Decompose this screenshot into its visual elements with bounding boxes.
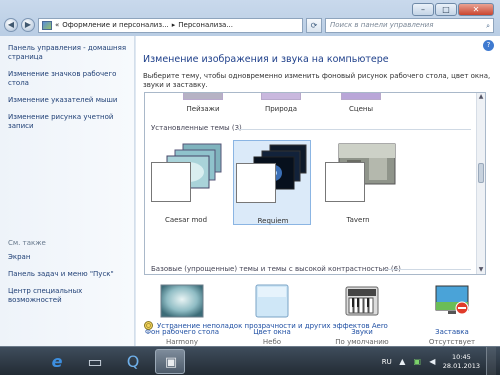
screensaver-icon — [435, 285, 469, 315]
swatch-tavern — [325, 162, 365, 202]
swatch-requiem — [236, 163, 276, 203]
show-desktop-button[interactable] — [486, 347, 496, 375]
page-title: Изменение изображения и звука на компьют… — [143, 54, 389, 65]
language-indicator[interactable]: RU — [382, 358, 392, 366]
scroll-thumb[interactable] — [478, 163, 484, 183]
close-button[interactable]: ✕ — [458, 3, 494, 16]
taskbar: e ▭ Q ▣ RU ▲ ▣ ◀ 10:45 28.01.2013 — [0, 346, 500, 375]
group-divider-basic — [385, 269, 471, 270]
sidebar-link-mouse-pointers[interactable]: Изменение указателей мыши — [8, 96, 128, 105]
network-icon[interactable]: ▣ — [413, 357, 422, 366]
navigation-bar: ◀ ▶ « Оформление и персонализ... ▸ Персо… — [4, 17, 494, 33]
theme-tile-scenes[interactable] — [341, 93, 381, 100]
scroll-down-icon[interactable]: ▼ — [477, 266, 485, 274]
sidebar-home-link[interactable]: Панель управления - домашняя страница — [8, 44, 128, 62]
breadcrumb-chevron-icon: « — [55, 21, 60, 29]
taskbar-explorer[interactable]: ▭ — [80, 349, 110, 374]
sidebar-link-account-picture[interactable]: Изменение рисунка учетной записи — [8, 113, 128, 131]
clock[interactable]: 10:45 28.01.2013 — [443, 353, 480, 371]
start-button[interactable] — [4, 349, 34, 374]
taskbar-quicktime[interactable]: Q — [118, 349, 148, 374]
sounds-icon — [345, 286, 379, 316]
apple-logo-icon — [9, 352, 29, 371]
tray-up-arrow-icon[interactable]: ▲ — [398, 357, 407, 366]
screensaver-label[interactable]: Заставка — [412, 328, 492, 336]
theme-tile-nature[interactable] — [261, 93, 301, 100]
theme-list: Пейзажи Природа Сцены Установленные темы… — [144, 92, 486, 275]
theme-name-requiem: Requiem — [257, 217, 289, 225]
taskbar-control-panel[interactable]: ▣ — [155, 349, 185, 374]
screensaver-option[interactable]: Заставка Отсутствует — [412, 284, 492, 346]
aero-troubleshoot-link[interactable]: Устранение неполадок прозрачности и друг… — [144, 321, 388, 330]
see-also-heading: См. также — [8, 239, 46, 247]
theme-tavern[interactable]: Tavern — [319, 140, 397, 225]
control-panel-icon — [42, 20, 52, 30]
back-button[interactable]: ◀ — [4, 18, 18, 32]
minimize-button[interactable]: – — [412, 3, 434, 16]
window-color-icon — [255, 284, 289, 318]
see-also-taskbar[interactable]: Панель задач и меню "Пуск" — [8, 270, 128, 279]
desktop-background-icon — [160, 284, 204, 318]
theme-name-tavern: Tavern — [346, 216, 370, 224]
system-tray: RU ▲ ▣ ◀ 10:45 28.01.2013 — [382, 347, 496, 375]
internet-explorer-icon: e — [51, 352, 63, 371]
scroll-up-icon[interactable]: ▲ — [477, 93, 485, 101]
search-placeholder: Поиск в панели управления — [330, 20, 434, 29]
swatch-caesar-mod — [151, 162, 191, 202]
window-controls: – □ ✕ — [412, 3, 494, 16]
quicktime-icon: Q — [126, 352, 140, 371]
title-bar: – □ ✕ ◀ ▶ « Оформление и персонализ... ▸… — [0, 0, 500, 36]
theme-tile-landscapes[interactable] — [183, 93, 223, 100]
theme-label-scenes: Сцены — [348, 105, 374, 113]
theme-list-scrollbar[interactable]: ▲ ▼ — [476, 93, 485, 274]
theme-caesar-mod[interactable]: Caesar mod — [147, 140, 225, 225]
search-input[interactable]: Поиск в панели управления ⌕ — [325, 17, 494, 33]
search-icon[interactable]: ⌕ — [486, 20, 490, 33]
maximize-button[interactable]: □ — [435, 3, 457, 16]
forward-button[interactable]: ▶ — [21, 18, 35, 32]
installed-themes-heading: Установленные темы (3) — [151, 124, 242, 132]
sounds-value: По умолчанию — [335, 338, 389, 346]
desktop-background-option[interactable]: Фон рабочего стола Harmony — [142, 284, 222, 346]
sounds-option[interactable]: Звуки По умолчанию — [322, 284, 402, 346]
breadcrumb-separator-icon: ▸ — [171, 21, 176, 29]
control-panel-taskbar-icon: ▣ — [164, 355, 178, 370]
refresh-button[interactable]: ⟳ — [306, 17, 322, 33]
help-icon[interactable]: ? — [483, 40, 494, 51]
see-also-ease-of-access[interactable]: Центр специальных возможностей — [8, 287, 128, 305]
main-content: ? Изменение изображения и звука на компь… — [136, 36, 500, 346]
clock-time: 10:45 — [452, 352, 471, 361]
see-also-display[interactable]: Экран — [8, 253, 128, 262]
taskbar-internet-explorer[interactable]: e — [42, 349, 72, 374]
sidebar: Панель управления - домашняя страница Из… — [0, 36, 135, 346]
volume-icon[interactable]: ◀ — [428, 357, 437, 366]
aero-troubleshoot-label[interactable]: Устранение неполадок прозрачности и друг… — [157, 322, 388, 330]
screensaver-value: Отсутствует — [428, 338, 476, 346]
address-bar[interactable]: « Оформление и персонализ... ▸ Персонали… — [38, 17, 303, 33]
sidebar-link-desktop-icons[interactable]: Изменение значков рабочего стола — [8, 70, 128, 88]
group-divider — [237, 129, 471, 130]
theme-name-caesar-mod: Caesar mod — [164, 216, 208, 224]
breadcrumb-segment-2[interactable]: Персонализа... — [178, 21, 233, 29]
theme-requiem[interactable]: Requiem — [233, 140, 311, 225]
basic-themes-heading: Базовые (упрощенные) темы и темы с высок… — [151, 265, 401, 273]
breadcrumb-segment-1[interactable]: Оформление и персонализ... — [62, 21, 168, 29]
theme-label-nature: Природа — [264, 105, 298, 113]
desktop-background-value: Harmony — [166, 338, 198, 346]
window-color-option[interactable]: Цвет окна Небо — [232, 284, 312, 346]
window-color-value: Небо — [262, 338, 282, 346]
page-description: Выберите тему, чтобы одновременно измени… — [143, 72, 491, 89]
theme-label-landscapes: Пейзажи — [186, 105, 220, 113]
clock-date: 28.01.2013 — [442, 361, 480, 370]
folder-icon: ▭ — [87, 352, 103, 371]
troubleshoot-icon — [144, 321, 153, 330]
